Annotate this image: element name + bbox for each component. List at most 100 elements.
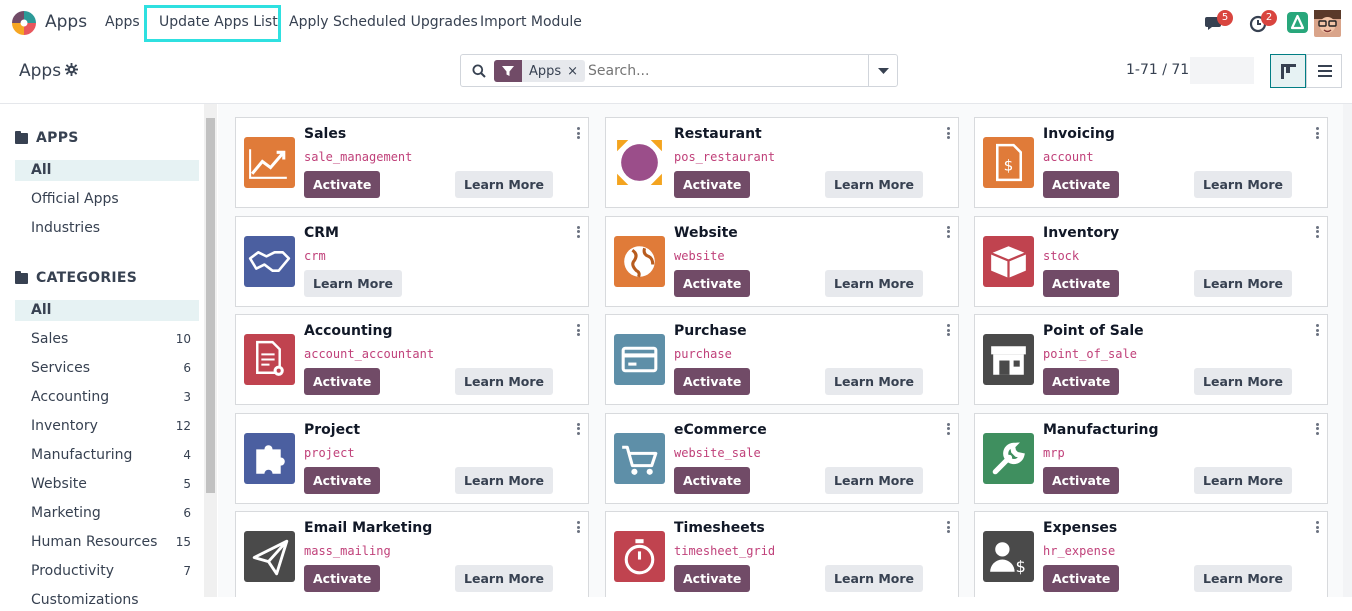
kebab-menu-icon[interactable]	[1316, 324, 1320, 336]
app-card[interactable]: $ Invoicing account Activate Learn More	[974, 117, 1328, 208]
kebab-menu-icon[interactable]	[577, 422, 581, 435]
category-label: Inventory	[31, 418, 98, 434]
activate-button[interactable]: Activate	[1043, 565, 1120, 592]
app-card[interactable]: Point of Sale point_of_sale Activate Learn …	[974, 314, 1328, 405]
kebab-menu-icon[interactable]	[577, 127, 581, 139]
activate-button[interactable]: Activate	[674, 171, 751, 198]
sidebar-category-services[interactable]: Services 6	[15, 358, 199, 379]
app-card[interactable]: eCommerce website_sale Activate Learn More	[605, 412, 959, 504]
sidebar-category-all[interactable]: All	[15, 300, 199, 321]
pager-value[interactable]: 1-71 / 71	[1126, 62, 1189, 78]
learn-more-button[interactable]: Learn More	[825, 565, 923, 592]
app-technical-name: project	[304, 445, 355, 460]
kebab-menu-icon[interactable]	[947, 324, 951, 336]
search-icon[interactable]	[472, 64, 486, 78]
sidebar-category-productivity[interactable]: Productivity 7	[15, 561, 199, 582]
sidebar-item-official-apps[interactable]: Official Apps	[15, 189, 199, 210]
user-avatar[interactable]	[1314, 10, 1341, 37]
kebab-menu-icon[interactable]	[577, 225, 581, 238]
kebab-menu-icon[interactable]	[1316, 521, 1320, 533]
menu-import-module[interactable]: Import Module	[480, 14, 582, 30]
sidebar-category-sales[interactable]: Sales 10	[15, 329, 199, 350]
learn-more-button[interactable]: Learn More	[304, 269, 402, 297]
learn-more-button[interactable]: Learn More	[1194, 269, 1292, 297]
app-card[interactable]: Sales sale_management Activate Learn More	[235, 117, 589, 208]
learn-more-button[interactable]: Learn More	[825, 368, 923, 395]
kebab-menu-icon[interactable]	[947, 127, 951, 139]
main-scrollbar[interactable]	[1343, 104, 1352, 597]
activate-button[interactable]: Activate	[304, 565, 381, 592]
apps-logo-icon[interactable]	[11, 10, 37, 36]
facet-remove-icon[interactable]: ×	[567, 64, 585, 79]
activate-button[interactable]: Activate	[1043, 368, 1120, 395]
activate-button[interactable]: Activate	[1043, 269, 1120, 297]
search-options-toggle[interactable]	[868, 54, 898, 87]
activate-button[interactable]: Activate	[304, 171, 381, 198]
app-card[interactable]: Email Marketing mass_mailing Activate Learn…	[235, 511, 589, 597]
app-card[interactable]: Restaurant pos_restaurant Activate Learn Mo…	[605, 117, 959, 208]
kebab-menu-icon[interactable]	[947, 225, 951, 238]
learn-more-button[interactable]: Learn More	[455, 368, 553, 395]
sidebar-category-manufacturing[interactable]: Manufacturing 4	[15, 445, 199, 466]
activate-button[interactable]: Activate	[674, 565, 751, 592]
learn-more-button[interactable]: Learn More	[455, 171, 553, 198]
activate-button[interactable]: Activate	[304, 368, 381, 395]
activate-button[interactable]: Activate	[674, 269, 751, 297]
kebab-menu-icon[interactable]	[947, 521, 951, 533]
kanban-view-button[interactable]	[1270, 54, 1306, 88]
learn-more-button[interactable]: Learn More	[1194, 171, 1292, 198]
gear-icon[interactable]	[65, 63, 78, 76]
activate-button[interactable]: Activate	[1043, 466, 1120, 494]
menu-apply-scheduled-upgrades[interactable]: Apply Scheduled Upgrades	[289, 14, 478, 30]
kebab-menu-icon[interactable]	[1316, 127, 1320, 139]
sidebar-category-accounting[interactable]: Accounting 3	[15, 387, 199, 408]
learn-more-button[interactable]: Learn More	[455, 466, 553, 494]
app-card[interactable]: $ Expenses hr_expense Activate Learn More	[974, 511, 1328, 597]
sidebar-category-customizations[interactable]: Customizations	[15, 590, 199, 611]
kebab-menu-icon[interactable]	[1316, 225, 1320, 238]
navbar-brand[interactable]: Apps	[45, 12, 87, 32]
category-label: All	[31, 302, 52, 318]
pager-next-button[interactable]	[1222, 57, 1254, 84]
learn-more-button[interactable]: Learn More	[1194, 466, 1292, 494]
learn-more-button[interactable]: Learn More	[825, 466, 923, 494]
sidebar-item-all-apps[interactable]: All	[15, 160, 199, 181]
learn-more-button[interactable]: Learn More	[1194, 565, 1292, 592]
sidebar-scroll-thumb[interactable]	[206, 118, 215, 493]
pager-previous-button[interactable]	[1190, 57, 1222, 84]
kebab-menu-icon[interactable]	[1316, 422, 1320, 435]
activate-button[interactable]: Activate	[304, 466, 381, 494]
sidebar-item-industries[interactable]: Industries	[15, 218, 199, 239]
app-card[interactable]: Purchase purchase Activate Learn More	[605, 314, 959, 405]
menu-apps[interactable]: Apps	[105, 14, 140, 30]
kebab-menu-icon[interactable]	[577, 324, 581, 336]
sidebar-category-marketing[interactable]: Marketing 6	[15, 503, 199, 524]
app-card[interactable]: Inventory stock Activate Learn More	[974, 215, 1328, 307]
apps-section-heading: APPS	[15, 130, 79, 146]
app-card[interactable]: Accounting account_accountant Activate Lear…	[235, 314, 589, 405]
activate-button[interactable]: Activate	[674, 368, 751, 395]
odoobot-status-icon[interactable]	[1287, 12, 1308, 33]
app-technical-name: website_sale	[674, 445, 761, 460]
search-input[interactable]	[588, 60, 858, 82]
activate-button[interactable]: Activate	[674, 466, 751, 494]
learn-more-button[interactable]: Learn More	[1194, 368, 1292, 395]
sidebar-category-human-resources[interactable]: Human Resources 15	[15, 532, 199, 553]
search-bar[interactable]: Apps ×	[460, 54, 869, 87]
learn-more-button[interactable]: Learn More	[825, 269, 923, 297]
kebab-menu-icon[interactable]	[947, 422, 951, 435]
app-card[interactable]: Timesheets timesheet_grid Activate Learn Mo…	[605, 511, 959, 597]
activate-button[interactable]: Activate	[1043, 171, 1120, 198]
kebab-menu-icon[interactable]	[577, 521, 581, 533]
category-count: 12	[175, 419, 191, 433]
app-card[interactable]: CRM crm Learn More	[235, 215, 589, 307]
learn-more-button[interactable]: Learn More	[825, 171, 923, 198]
learn-more-button[interactable]: Learn More	[455, 565, 553, 592]
app-technical-name: hr_expense	[1043, 544, 1116, 558]
app-card[interactable]: Manufacturing mrp Activate Learn More	[974, 412, 1328, 504]
sidebar-category-website[interactable]: Website 5	[15, 474, 199, 495]
sidebar-category-inventory[interactable]: Inventory 12	[15, 416, 199, 437]
app-card[interactable]: Project project Activate Learn More	[235, 412, 589, 504]
list-view-button[interactable]	[1306, 54, 1342, 88]
app-card[interactable]: Website website Activate Learn More	[605, 215, 959, 307]
